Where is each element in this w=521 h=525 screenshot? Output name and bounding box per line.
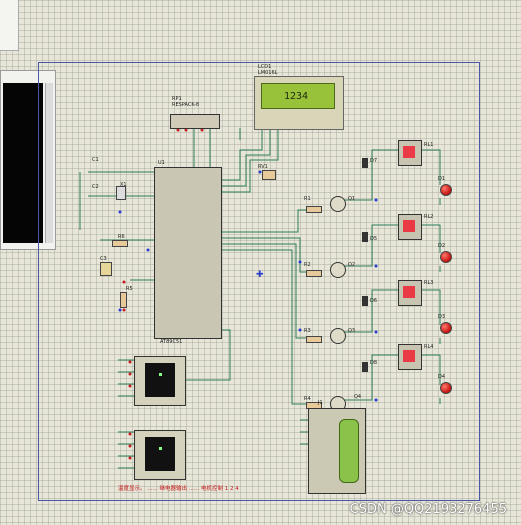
rl2-label: RL2 [424, 214, 434, 220]
q1-label: Q1 [348, 196, 356, 202]
crosshair-cursor-icon: ✚ [256, 270, 264, 280]
capacitor-c3[interactable] [100, 262, 112, 276]
diode-d5[interactable] [362, 232, 368, 242]
relay-rl4[interactable] [398, 344, 422, 370]
d8-label: D8 [370, 360, 378, 366]
resistor-r2[interactable] [306, 270, 322, 277]
keypad-1[interactable] [134, 356, 186, 406]
transistor-q2[interactable] [330, 262, 346, 278]
q4-label: Q4 [354, 394, 362, 400]
q2-label: Q2 [348, 262, 356, 268]
connector-label: J1 [318, 400, 323, 406]
led-d1[interactable] [440, 184, 452, 196]
led-d3[interactable] [440, 322, 452, 334]
q3-label: Q3 [348, 328, 356, 334]
db9-connector[interactable] [308, 408, 366, 494]
r1-label: R1 [304, 196, 311, 202]
resistor-r3[interactable] [306, 336, 322, 343]
microcontroller[interactable] [154, 167, 222, 339]
resistor-r6[interactable] [112, 240, 128, 247]
crystal[interactable] [116, 186, 126, 200]
keypad-2[interactable] [134, 430, 186, 480]
diode-d8[interactable] [362, 362, 368, 372]
d4-label: D4 [438, 374, 446, 380]
d6-label: D6 [370, 298, 378, 304]
rpack-part: RESPACK-8 [172, 102, 200, 108]
schematic-caption: 温度显示。 ...... 继电器输出 ...... 电机控制 1 2 4 [118, 486, 239, 492]
transistor-q3[interactable] [330, 328, 346, 344]
resistor-r1[interactable] [306, 206, 322, 213]
rl3-label: RL3 [424, 280, 434, 286]
led-d2[interactable] [440, 251, 452, 263]
relay-rl2[interactable] [398, 214, 422, 240]
resistor-pack[interactable] [170, 114, 220, 129]
lcd-module[interactable]: 1234 [254, 76, 344, 130]
schematic-canvas[interactable]: LCD1 LM016L 1234 RP1 RESPACK-8 U1 AT89C5… [0, 0, 521, 525]
rl4-label: RL4 [424, 344, 434, 350]
relay-rl1[interactable] [398, 140, 422, 166]
lcd-screen: 1234 [261, 83, 335, 109]
led-d4[interactable] [440, 382, 452, 394]
r3-label: R3 [304, 328, 311, 334]
diode-d7[interactable] [362, 158, 368, 168]
resistor-r5[interactable] [120, 292, 127, 308]
d2-label: D2 [438, 243, 446, 249]
potentiometer[interactable] [262, 170, 276, 180]
d3-label: D3 [438, 314, 446, 320]
relay-rl3[interactable] [398, 280, 422, 306]
mcu-ref: U1 [158, 160, 165, 166]
watermark: CSDN @QQ2193276455 [349, 502, 507, 517]
cap-c2-label: C2 [92, 184, 99, 190]
rl1-label: RL1 [424, 142, 434, 148]
mcu-part: AT89C51 [160, 339, 183, 345]
d5-label: D5 [370, 236, 378, 242]
db9-face [339, 419, 359, 483]
r2-label: R2 [304, 262, 311, 268]
keypad-2-face [145, 437, 175, 471]
d7-label: D7 [370, 158, 378, 164]
keypad-1-indicator [159, 373, 162, 376]
keypad-2-indicator [159, 447, 162, 450]
diode-d6[interactable] [362, 296, 368, 306]
transistor-q1[interactable] [330, 196, 346, 212]
d1-label: D1 [438, 176, 446, 182]
keypad-1-face [145, 363, 175, 397]
cap-c1-label: C1 [92, 157, 99, 163]
